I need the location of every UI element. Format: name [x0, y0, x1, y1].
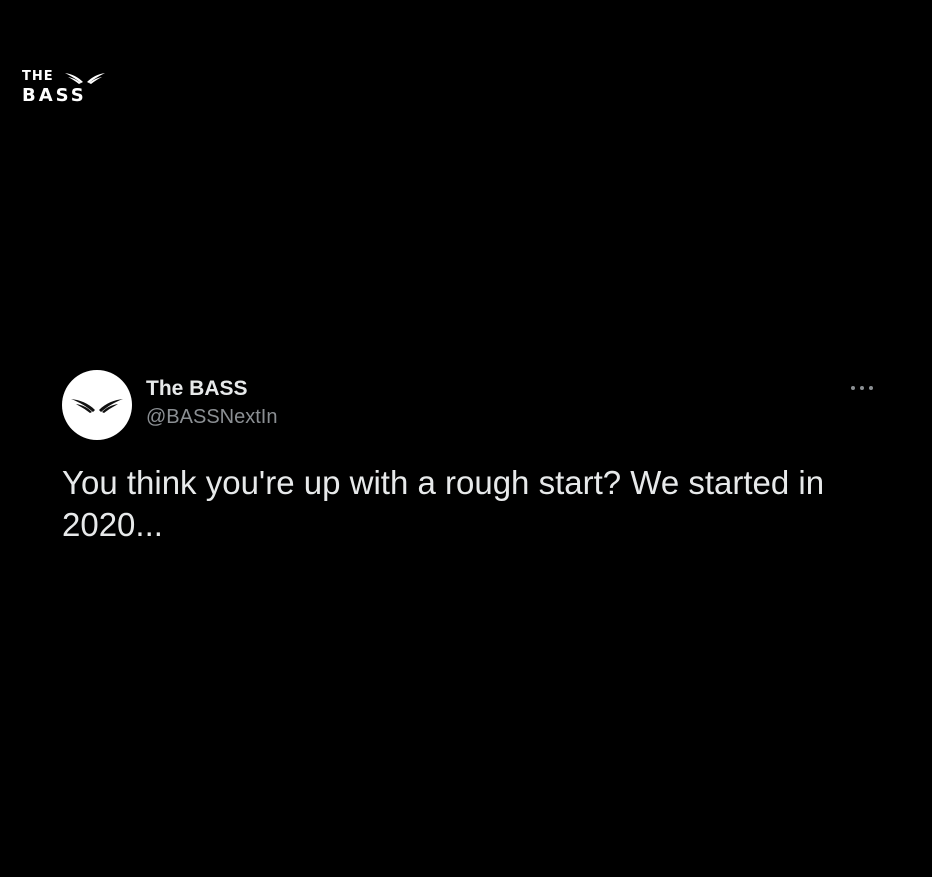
wings-icon [71, 399, 123, 413]
tweet-header: The BASS @BASSNextIn [62, 370, 882, 442]
author-display-name[interactable]: The BASS [146, 376, 277, 402]
author-handle[interactable]: @BASSNextIn [146, 404, 277, 430]
logo-text-the: THE [22, 69, 54, 84]
tweet-card[interactable]: The BASS @BASSNextIn You think you're up… [62, 370, 882, 546]
tweet-text: You think you're up with a rough start? … [62, 464, 825, 543]
wings-icon [65, 73, 105, 84]
more-options-icon [851, 386, 873, 390]
brand-logo: THE BASS [22, 70, 106, 110]
logo-text-bass: BASS [22, 85, 87, 106]
author-names: The BASS @BASSNextIn [146, 376, 277, 430]
more-options-button[interactable] [842, 376, 882, 400]
avatar[interactable] [62, 370, 132, 440]
